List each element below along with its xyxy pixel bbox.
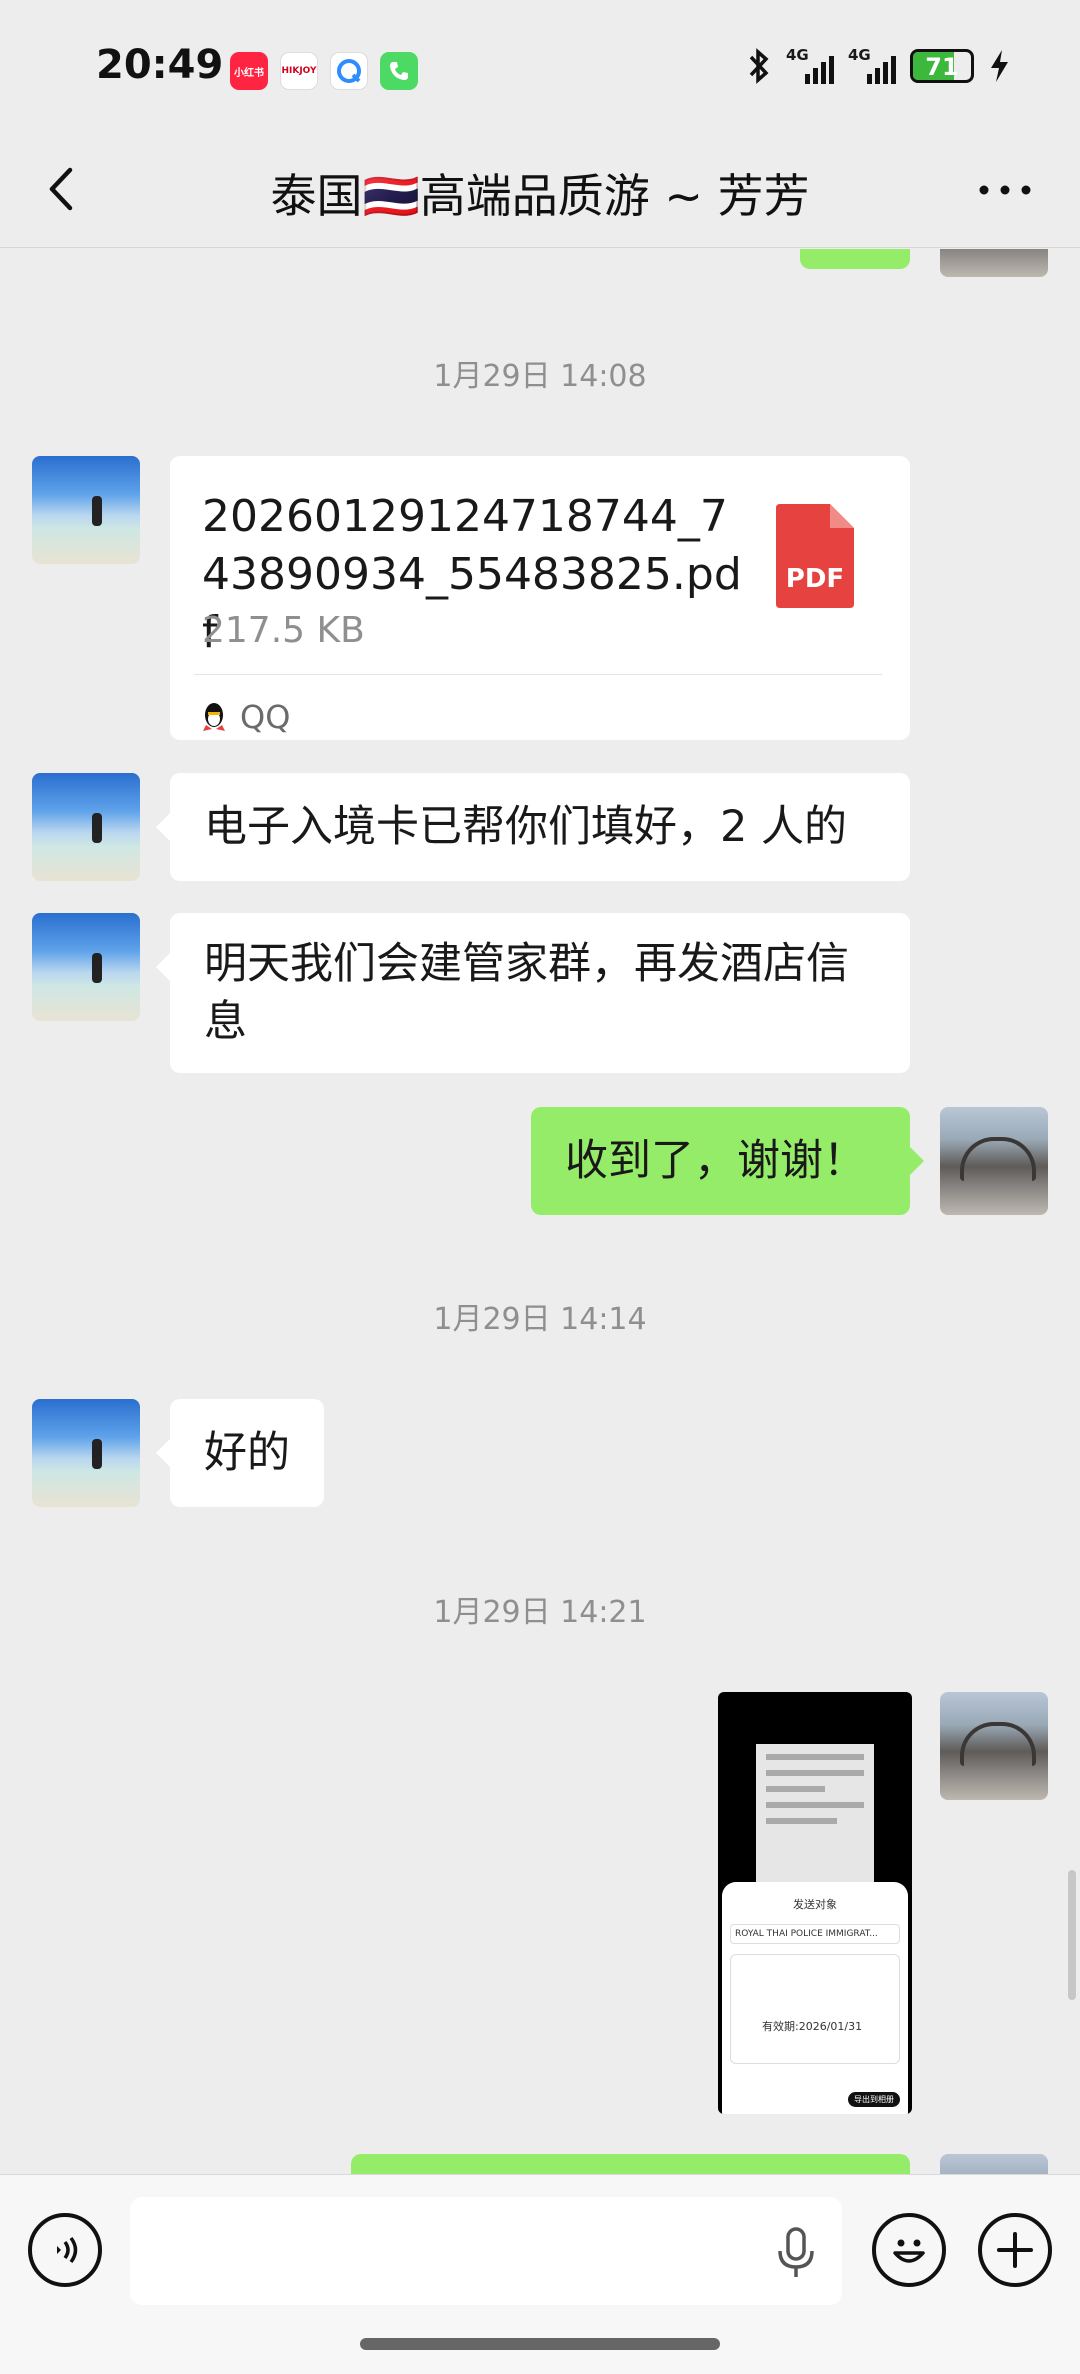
cellular-signal-1-icon: 4G (786, 46, 834, 86)
file-size: 217.5 KB (202, 610, 365, 651)
file-source: QQ (200, 688, 290, 746)
more-options-button[interactable] (978, 170, 1032, 210)
my-avatar[interactable] (940, 1692, 1048, 1800)
partial-sent-bubble[interactable] (800, 249, 910, 269)
hikjoy-app-icon: HIKJOY (280, 52, 318, 90)
voice-input-button[interactable] (776, 2227, 816, 2279)
timestamp: 1月29日 14:14 (433, 1302, 647, 1337)
chat-title: 泰国🇹🇭高端品质游 ~ 芳芳 (270, 169, 810, 223)
file-message-card[interactable]: 20260129124718744_743890934_55483825.pdf… (170, 456, 910, 740)
chat-scrollbar[interactable] (1068, 1870, 1076, 2000)
xiaohongshu-app-icon: 小红书 (230, 52, 268, 90)
image-message[interactable]: 发送对象 ROYAL THAI POLICE IMMIGRAT... 有效期:2… (718, 1692, 912, 2114)
chat-header: 泰国🇹🇭高端品质游 ~ 芳芳 (0, 130, 1080, 248)
my-avatar[interactable] (940, 2154, 1048, 2174)
charging-icon (991, 50, 1008, 82)
more-dots-icon (979, 185, 1031, 195)
partial-sent-bubble[interactable] (351, 2154, 910, 2174)
contact-avatar[interactable] (32, 1399, 140, 1507)
message-text: 收到了，谢谢！ (565, 1136, 866, 1186)
bluetooth-icon (749, 48, 769, 84)
timestamp: 1月29日 14:21 (433, 1595, 647, 1630)
battery-icon: 71 (910, 49, 974, 83)
plus-icon (997, 2232, 1033, 2268)
back-button[interactable] (40, 164, 90, 214)
received-message[interactable]: 明天我们会建管家群，再发酒店信息 (156, 913, 910, 1073)
timestamp: 1月29日 14:08 (433, 359, 647, 394)
contact-avatar[interactable] (32, 456, 140, 564)
image-bottom-sheet: 发送对象 ROYAL THAI POLICE IMMIGRAT... 有效期:2… (722, 1882, 908, 2114)
message-text-input[interactable] (130, 2197, 842, 2305)
message-text: 明天我们会建管家群，再发酒店信息 (204, 939, 849, 1047)
microphone-icon (778, 2227, 814, 2277)
voice-mode-button[interactable] (28, 2213, 102, 2287)
status-bar: 20:49 小红书 HIKJOY 4G 4G 71 (0, 0, 1080, 130)
sent-message[interactable]: 收到了，谢谢！ (531, 1107, 924, 1215)
file-card-divider (194, 674, 882, 675)
system-icons: 4G 4G 71 (746, 46, 1010, 86)
battery-percent: 71 (925, 53, 959, 81)
qq-penguin-icon (203, 703, 225, 731)
contact-avatar[interactable] (32, 773, 140, 881)
my-avatar[interactable] (940, 249, 1048, 277)
received-message[interactable]: 电子入境卡已帮你们填好，2 人的 (156, 773, 910, 881)
received-message[interactable]: 好的 (156, 1399, 324, 1507)
qq-browser-app-icon (330, 52, 368, 90)
emoji-button[interactable] (872, 2213, 946, 2287)
pdf-file-icon: PDF (776, 504, 854, 608)
chevron-left-icon (49, 167, 73, 211)
my-avatar[interactable] (940, 1107, 1048, 1215)
more-functions-button[interactable] (978, 2213, 1052, 2287)
image-document-preview (756, 1744, 874, 1894)
voice-wave-icon (57, 2236, 78, 2264)
smiley-face-icon (893, 2239, 925, 2263)
message-text: 好的 (204, 1428, 290, 1478)
chat-message-list[interactable]: 1月29日 14:08 20260129124718744_743890934_… (0, 249, 1080, 2174)
home-indicator[interactable] (360, 2338, 720, 2350)
status-time: 20:49 (96, 42, 224, 88)
contact-avatar[interactable] (32, 913, 140, 1021)
message-text: 电子入境卡已帮你们填好，2 人的 (204, 802, 848, 852)
notification-app-icons: 小红书 HIKJOY (230, 52, 418, 90)
cellular-signal-2-icon: 4G (848, 46, 896, 86)
phone-app-icon (380, 52, 418, 90)
